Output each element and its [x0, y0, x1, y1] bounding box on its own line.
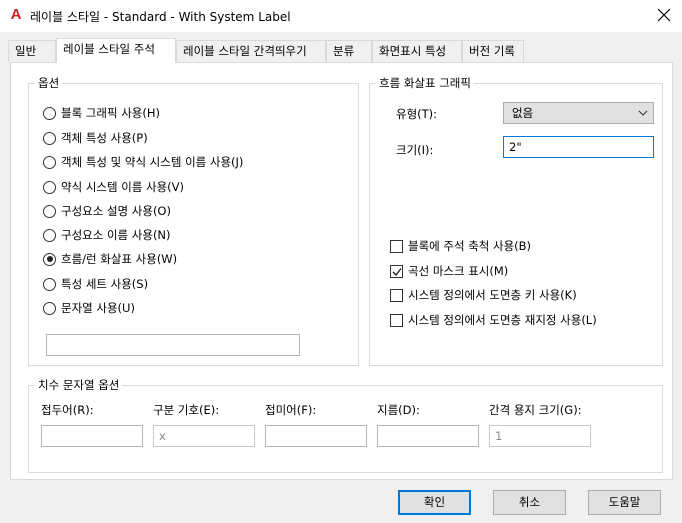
checkbox-label: 시스템 정의에서 도면층 재지정 사용(L) [408, 313, 597, 327]
window-title: 레이블 스타일 - Standard - With System Label [30, 10, 291, 24]
checkbox[interactable] [390, 239, 403, 253]
radio-use-string[interactable]: 문자열 사용(U) [43, 299, 135, 317]
radio-use-block-graphic[interactable]: 블록 그래픽 사용(H) [43, 104, 160, 122]
radio-button[interactable] [43, 301, 56, 315]
radio-button[interactable] [43, 131, 56, 145]
prefix-input[interactable] [41, 425, 143, 447]
dimension-string-options-group: 치수 문자열 옵션 접두어(R): 구분 기호(E): x 접미어(F): 지름… [28, 378, 663, 473]
radio-button[interactable] [43, 180, 56, 194]
radio-button[interactable] [43, 155, 56, 169]
checkbox-use-annotation-scale-in-block[interactable]: 블록에 주석 축척 사용(B) [390, 237, 531, 255]
radio-button-selected[interactable] [43, 252, 56, 266]
diameter-input[interactable] [377, 425, 479, 447]
checkbox-use-layer-override-from-system-definition[interactable]: 시스템 정의에서 도면층 재지정 사용(L) [390, 311, 597, 329]
type-select[interactable]: 없음 [503, 102, 654, 124]
radio-label: 문자열 사용(U) [61, 301, 135, 315]
tab-general[interactable]: 일반 [8, 40, 56, 62]
checkbox-show-curve-mask[interactable]: 곡선 마스크 표시(M) [390, 262, 508, 280]
radio-label: 구성요소 이름 사용(N) [61, 228, 171, 242]
radio-use-property-set[interactable]: 특성 세트 사용(S) [43, 275, 148, 293]
string-input[interactable] [46, 334, 300, 356]
radio-use-short-system-name[interactable]: 약식 시스템 이름 사용(V) [43, 178, 184, 196]
checkbox-use-layer-key-from-system-definition[interactable]: 시스템 정의에서 도면층 키 사용(K) [390, 286, 577, 304]
radio-label: 약식 시스템 이름 사용(V) [61, 180, 185, 194]
size-label: 크기(I): [396, 143, 434, 157]
radio-label: 블록 그래픽 사용(H) [61, 106, 160, 120]
autocad-logo-icon: A [10, 6, 22, 23]
separator-input[interactable]: x [153, 425, 255, 447]
separator-label: 구분 기호(E): [153, 403, 220, 417]
radio-button[interactable] [43, 277, 56, 291]
diameter-label: 지름(D): [377, 403, 420, 417]
checkbox[interactable] [390, 313, 403, 327]
radio-label: 객체 특성 및 약식 시스템 이름 사용(J) [61, 155, 244, 169]
checkbox-label: 블록에 주석 축척 사용(B) [408, 239, 532, 253]
radio-use-component-name[interactable]: 구성요소 이름 사용(N) [43, 226, 171, 244]
options-group: 옵션 블록 그래픽 사용(H) 객체 특성 사용(P) 객체 특성 및 약식 시… [28, 76, 359, 366]
radio-use-object-properties-and-short-system-name[interactable]: 객체 특성 및 약식 시스템 이름 사용(J) [43, 153, 243, 171]
help-button[interactable]: 도움말 [588, 490, 661, 515]
dimension-group-title: 치수 문자열 옵션 [35, 378, 123, 392]
chevron-down-icon [638, 110, 648, 116]
checkbox[interactable] [390, 288, 403, 302]
radio-use-component-description[interactable]: 구성요소 설명 사용(O) [43, 202, 171, 220]
tab-classification[interactable]: 분류 [326, 40, 372, 62]
radio-button[interactable] [43, 228, 56, 242]
checkbox-checked[interactable] [390, 264, 403, 278]
close-button[interactable] [652, 4, 676, 28]
flow-arrow-graphic-group: 흐름 화살표 그래픽 유형(T): 없음 크기(I): 2" 블록에 주석 축척… [369, 76, 663, 366]
checkmark-icon [392, 267, 402, 276]
radio-label: 특성 세트 사용(S) [61, 277, 149, 291]
gap-paper-size-label: 간격 용지 크기(G): [489, 403, 582, 417]
radio-use-object-properties[interactable]: 객체 특성 사용(P) [43, 129, 148, 147]
checkbox-label: 곡선 마스크 표시(M) [408, 264, 509, 278]
size-input[interactable]: 2" [503, 136, 654, 158]
radio-label: 흐름/런 화살표 사용(W) [61, 252, 178, 266]
checkbox-label: 시스템 정의에서 도면층 키 사용(K) [408, 288, 577, 302]
suffix-label: 접미어(F): [265, 403, 317, 417]
options-group-title: 옵션 [35, 76, 63, 90]
tab-version-history[interactable]: 버전 기록 [462, 40, 524, 62]
tab-display-properties[interactable]: 화면표시 특성 [372, 40, 462, 62]
close-icon [657, 8, 671, 22]
suffix-input[interactable] [265, 425, 367, 447]
tab-strip: 일반 레이블 스타일 주석 레이블 스타일 간격띄우기 분류 화면표시 특성 버… [0, 38, 682, 63]
ok-button[interactable]: 확인 [398, 490, 471, 515]
radio-label: 구성요소 설명 사용(O) [61, 204, 171, 218]
prefix-label: 접두어(R): [41, 403, 94, 417]
radio-button[interactable] [43, 106, 56, 120]
radio-use-flow-run-arrow[interactable]: 흐름/런 화살표 사용(W) [43, 250, 177, 268]
gap-paper-size-input[interactable]: 1 [489, 425, 591, 447]
tab-panel: 옵션 블록 그래픽 사용(H) 객체 특성 사용(P) 객체 특성 및 약식 시… [10, 62, 673, 480]
title-bar: A 레이블 스타일 - Standard - With System Label [0, 0, 682, 32]
type-select-value: 없음 [512, 106, 534, 120]
radio-button[interactable] [43, 204, 56, 218]
tab-label-style-annotation[interactable]: 레이블 스타일 주석 [56, 38, 176, 63]
cancel-button[interactable]: 취소 [493, 490, 566, 515]
radio-label: 객체 특성 사용(P) [61, 131, 148, 145]
flow-arrow-group-title: 흐름 화살표 그래픽 [376, 76, 474, 90]
type-label: 유형(T): [396, 107, 438, 121]
tab-label-style-offset[interactable]: 레이블 스타일 간격띄우기 [176, 40, 326, 62]
